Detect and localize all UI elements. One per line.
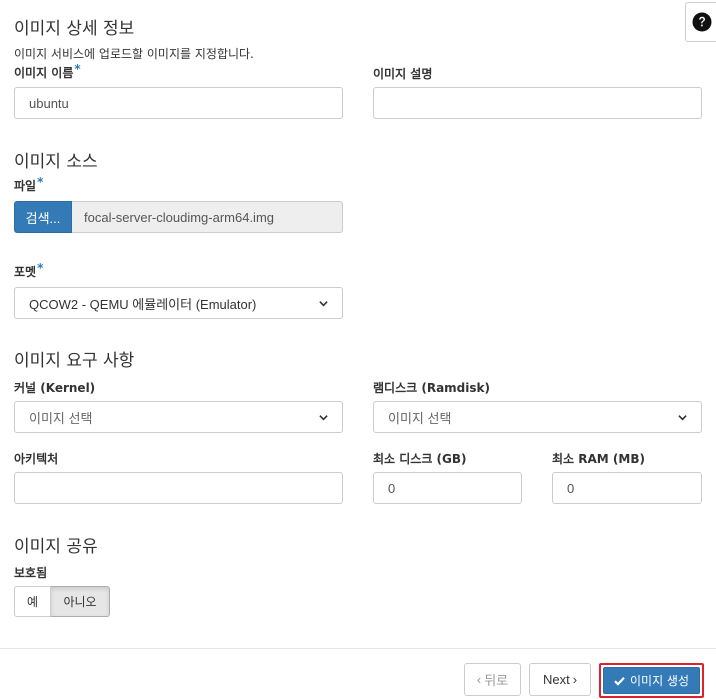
create-image-button[interactable]: 이미지 생성 — [603, 667, 700, 694]
format-label: 포멧* — [14, 261, 44, 280]
file-label-text: 파일 — [14, 179, 37, 193]
protected-no-button[interactable]: 아니오 — [51, 586, 110, 617]
chevron-right-icon: › — [572, 672, 578, 687]
protected-label: 보호됨 — [14, 566, 48, 580]
chevron-left-icon: ‹ — [476, 672, 482, 687]
browse-button[interactable]: 검색... — [14, 201, 72, 233]
min-disk-label: 최소 디스크 (GB) — [373, 452, 467, 466]
protected-toggle-group: 예 아니오 — [14, 586, 110, 617]
image-description-label: 이미지 설명 — [373, 67, 433, 81]
protected-yes-button[interactable]: 예 — [14, 586, 51, 617]
back-button-label: 뒤로 — [484, 673, 509, 688]
section-title-requirements: 이미지 요구 사항 — [14, 351, 135, 371]
format-select[interactable]: QCOW2 - QEMU 에뮬레이터 (Emulator) — [14, 287, 343, 319]
required-asterisk-icon: * — [37, 261, 44, 275]
image-name-input[interactable]: ubuntu — [14, 87, 343, 119]
kernel-select-value: 이미지 선택 — [29, 410, 93, 426]
min-ram-input[interactable]: 0 — [552, 472, 702, 504]
ramdisk-select[interactable]: 이미지 선택 — [373, 401, 702, 433]
kernel-select[interactable]: 이미지 선택 — [14, 401, 343, 433]
file-name-display: focal-server-cloudimg-arm64.img — [72, 201, 343, 233]
min-ram-label: 최소 RAM (MB) — [552, 452, 645, 466]
next-button-label: Next — [542, 672, 570, 687]
kernel-label: 커널 (Kernel) — [14, 381, 96, 395]
ramdisk-select-value: 이미지 선택 — [388, 410, 452, 426]
section-title-details: 이미지 상세 정보 — [14, 19, 135, 39]
create-image-button-label: 이미지 생성 — [629, 674, 689, 688]
format-select-value: QCOW2 - QEMU 에뮬레이터 (Emulator) — [29, 296, 257, 312]
section-title-source: 이미지 소스 — [14, 152, 98, 172]
image-description-input[interactable] — [373, 87, 702, 119]
architecture-input[interactable] — [14, 472, 343, 504]
help-button[interactable] — [685, 2, 716, 42]
create-image-button-highlight: 이미지 생성 — [599, 663, 704, 698]
required-asterisk-icon: * — [37, 175, 44, 189]
architecture-label: 아키텍처 — [14, 452, 59, 466]
chevron-down-icon — [678, 414, 687, 420]
image-name-label: 이미지 이름* — [14, 62, 81, 81]
image-name-label-text: 이미지 이름 — [14, 66, 74, 80]
check-icon — [614, 676, 625, 686]
format-label-text: 포멧 — [14, 265, 37, 279]
section-title-sharing: 이미지 공유 — [14, 537, 98, 557]
question-circle-icon — [692, 12, 712, 32]
min-disk-input[interactable]: 0 — [373, 472, 522, 504]
required-asterisk-icon: * — [74, 62, 81, 76]
file-label: 파일* — [14, 175, 44, 194]
file-picker: 검색... focal-server-cloudimg-arm64.img — [14, 201, 343, 233]
footer-divider — [0, 648, 716, 649]
ramdisk-label: 램디스크 (Ramdisk) — [373, 381, 490, 395]
next-button[interactable]: Next › — [529, 663, 591, 696]
back-button[interactable]: ‹ 뒤로 — [464, 663, 521, 696]
chevron-down-icon — [319, 300, 328, 306]
chevron-down-icon — [319, 414, 328, 420]
details-description: 이미지 서비스에 업로드할 이미지를 지정합니다. — [14, 47, 254, 61]
